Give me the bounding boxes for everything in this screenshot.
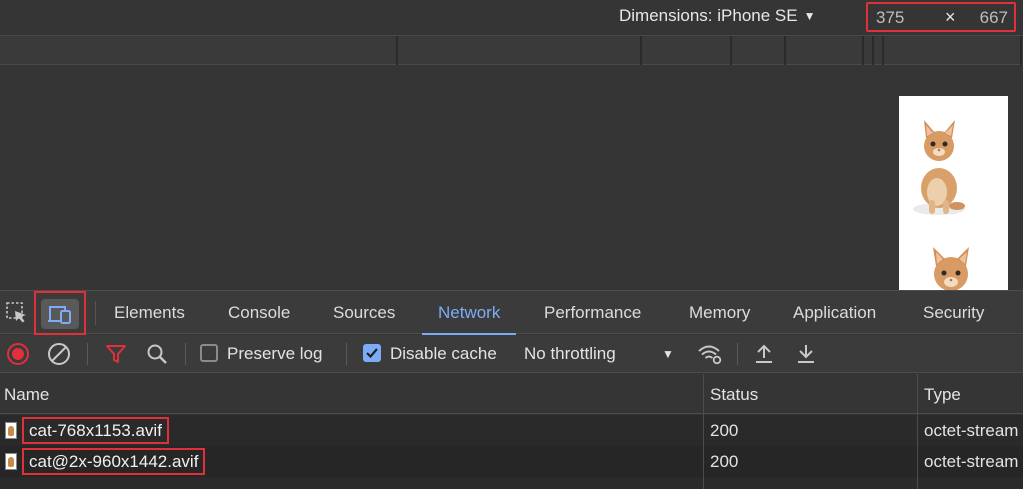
table-header: Name Status Type [0,374,1023,414]
ruler-tick [872,36,874,65]
dimensions-label: Dimensions: iPhone SE [619,6,798,25]
request-status: 200 [710,452,739,471]
throttling-select[interactable]: No throttling [524,344,616,364]
table-row[interactable]: cat-768x1153.avif 200 octet-stream [0,415,1023,446]
request-name[interactable]: cat-768x1153.avif [22,417,169,444]
tab-memory[interactable]: Memory [673,291,766,334]
toolbar-separator [737,343,738,365]
tab-console[interactable]: Console [212,291,306,334]
preserve-log-label: Preserve log [227,344,323,363]
emulated-page[interactable] [899,96,1008,290]
column-header-name[interactable]: Name [4,385,49,405]
ruler-tick [1020,36,1022,65]
column-divider[interactable] [703,374,704,489]
cat-icon [913,120,965,215]
dimension-inputs: 375 × 667 [866,2,1016,32]
ruler-tick [396,36,398,65]
device-mode-icon [48,306,71,324]
disable-cache-label: Disable cache [390,344,497,363]
inspect-element-icon[interactable] [5,301,29,325]
ruler-tick [640,36,642,65]
toolbar-separator [346,343,347,365]
download-icon[interactable] [794,342,818,366]
network-conditions-icon[interactable] [697,342,722,366]
ruler-tick [784,36,786,65]
table-row[interactable]: cat@2x-960x1442.avif 200 octet-stream [0,446,1023,477]
disable-cache-checkbox[interactable] [363,344,381,362]
search-icon[interactable] [145,342,169,366]
cat-icon [933,247,969,290]
ruler-tick [882,36,884,65]
request-status: 200 [710,421,739,440]
dimensions-dropdown[interactable]: Dimensions: iPhone SE ▼ [619,6,815,26]
tab-separator [95,301,96,325]
column-header-status[interactable]: Status [710,385,758,405]
network-toolbar: Preserve log Disable cache No throttling… [0,335,1023,373]
request-name[interactable]: cat@2x-960x1442.avif [22,448,206,475]
table-row-empty [0,477,1023,489]
caret-down-icon[interactable]: ▼ [662,347,674,361]
stop-recording-icon[interactable] [6,342,30,366]
width-input[interactable]: 375 [876,8,904,28]
media-query-ruler[interactable] [0,35,1023,65]
checkmark-icon [366,348,378,359]
tab-network[interactable]: Network [422,291,517,335]
ruler-tick [730,36,732,65]
device-viewport [0,66,1023,290]
toolbar-separator [185,343,186,365]
image-file-icon [5,453,17,470]
tab-performance[interactable]: Performance [528,291,657,334]
request-type: octet-stream [924,421,1019,440]
filter-icon[interactable] [104,342,128,366]
tab-security[interactable]: Security [907,291,1000,334]
device-toolbar: Dimensions: iPhone SE ▼ 375 × 667 [0,0,1023,34]
preserve-log-checkbox[interactable] [200,344,218,362]
request-type: octet-stream [924,452,1019,471]
toggle-device-toolbar-button[interactable] [34,291,86,335]
toolbar-separator [87,343,88,365]
devtools-tabbar: Elements Console Sources Network Perform… [0,290,1023,335]
column-header-type[interactable]: Type [924,385,961,405]
ruler-tick [862,36,864,65]
tab-sources[interactable]: Sources [317,291,411,334]
tab-elements[interactable]: Elements [98,291,201,334]
column-divider[interactable] [917,374,918,489]
tab-application[interactable]: Application [777,291,892,334]
upload-icon[interactable] [752,342,776,366]
image-file-icon [5,422,17,439]
caret-down-icon: ▼ [803,9,816,23]
times-separator: × [945,7,956,27]
clear-icon[interactable] [47,342,71,366]
cat-image [913,120,969,290]
height-input[interactable]: 667 [980,8,1008,28]
